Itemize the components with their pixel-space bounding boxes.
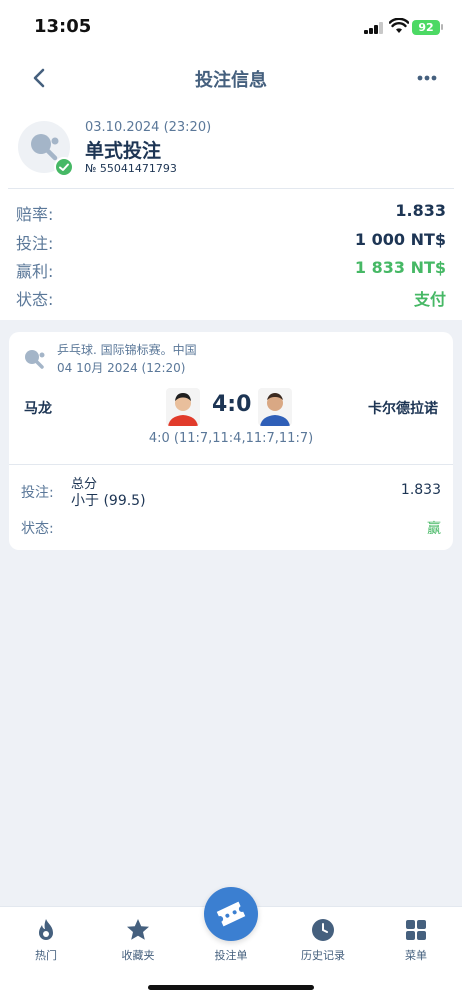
- signal-icon: [364, 22, 384, 34]
- grid-icon: [406, 920, 426, 940]
- selection-name: 小于 (99.5): [71, 493, 146, 509]
- nav-label: 投注单: [214, 949, 248, 962]
- nav-label: 历史记录: [301, 949, 345, 962]
- stake-label: 投注:: [16, 234, 54, 253]
- nav-menu[interactable]: 菜单: [370, 907, 462, 967]
- selection-odd: 1.833: [400, 482, 441, 498]
- nav-history[interactable]: 历史记录: [277, 907, 369, 967]
- team2-name: 卡尔德拉诺: [368, 401, 438, 417]
- flame-icon: [39, 919, 53, 940]
- battery-tip: [441, 24, 443, 30]
- wifi-icon: [389, 18, 409, 33]
- set-scores: 4:0 (11:7,11:4,11:7,11:7): [148, 431, 314, 446]
- bet-type: 单式投注: [85, 140, 162, 162]
- event-date: 04 10月 2024 (12:20): [57, 361, 186, 375]
- nav-label: 收藏夹: [121, 949, 155, 962]
- winnings-value: 1 833 NT$: [354, 258, 446, 277]
- status-bar: 13:05 92: [0, 0, 462, 52]
- status-value: 支付: [413, 290, 446, 309]
- page-title: 投注信息: [195, 70, 267, 91]
- nav-label: 热门: [35, 949, 57, 962]
- status-label: 状态:: [16, 290, 54, 309]
- result-label: 状态:: [21, 521, 54, 537]
- more-options-icon[interactable]: [412, 66, 442, 90]
- status-time: 13:05: [34, 16, 92, 37]
- stake-value: 1 000 NT$: [354, 230, 446, 249]
- ticket-icon: [216, 901, 246, 927]
- nav-favorites[interactable]: 收藏夹: [92, 907, 184, 967]
- table-tennis-icon: [25, 350, 45, 369]
- betslip-button[interactable]: [204, 887, 258, 941]
- check-badge-icon: [54, 157, 74, 177]
- odds-label: 赔率:: [16, 205, 54, 224]
- home-indicator: [148, 985, 314, 990]
- clock-icon: [312, 919, 334, 941]
- match-score: 4:0: [212, 392, 252, 417]
- bet-number: № 55041471793: [85, 162, 177, 175]
- divider: [9, 464, 453, 465]
- team1-name: 马龙: [24, 401, 52, 417]
- result-value: 赢: [427, 521, 441, 537]
- bet-date: 03.10.2024 (23:20): [85, 120, 212, 135]
- bet-label: 投注:: [21, 485, 54, 501]
- event-card[interactable]: 乒乓球. 国际锦标赛。中国 04 10月 2024 (12:20) 马龙 4:0…: [9, 332, 453, 550]
- battery-icon: 92: [412, 20, 440, 35]
- nav-popular[interactable]: 热门: [0, 907, 92, 967]
- star-icon: [127, 919, 149, 940]
- player1-avatar: [166, 388, 200, 426]
- divider: [8, 188, 454, 189]
- header: 投注信息: [0, 56, 462, 100]
- nav-label: 菜单: [405, 949, 427, 962]
- winnings-label: 赢利:: [16, 262, 54, 281]
- odds-value: 1.833: [395, 201, 446, 220]
- league-name: 乒乓球. 国际锦标赛。中国: [57, 343, 197, 357]
- player2-avatar: [258, 388, 292, 426]
